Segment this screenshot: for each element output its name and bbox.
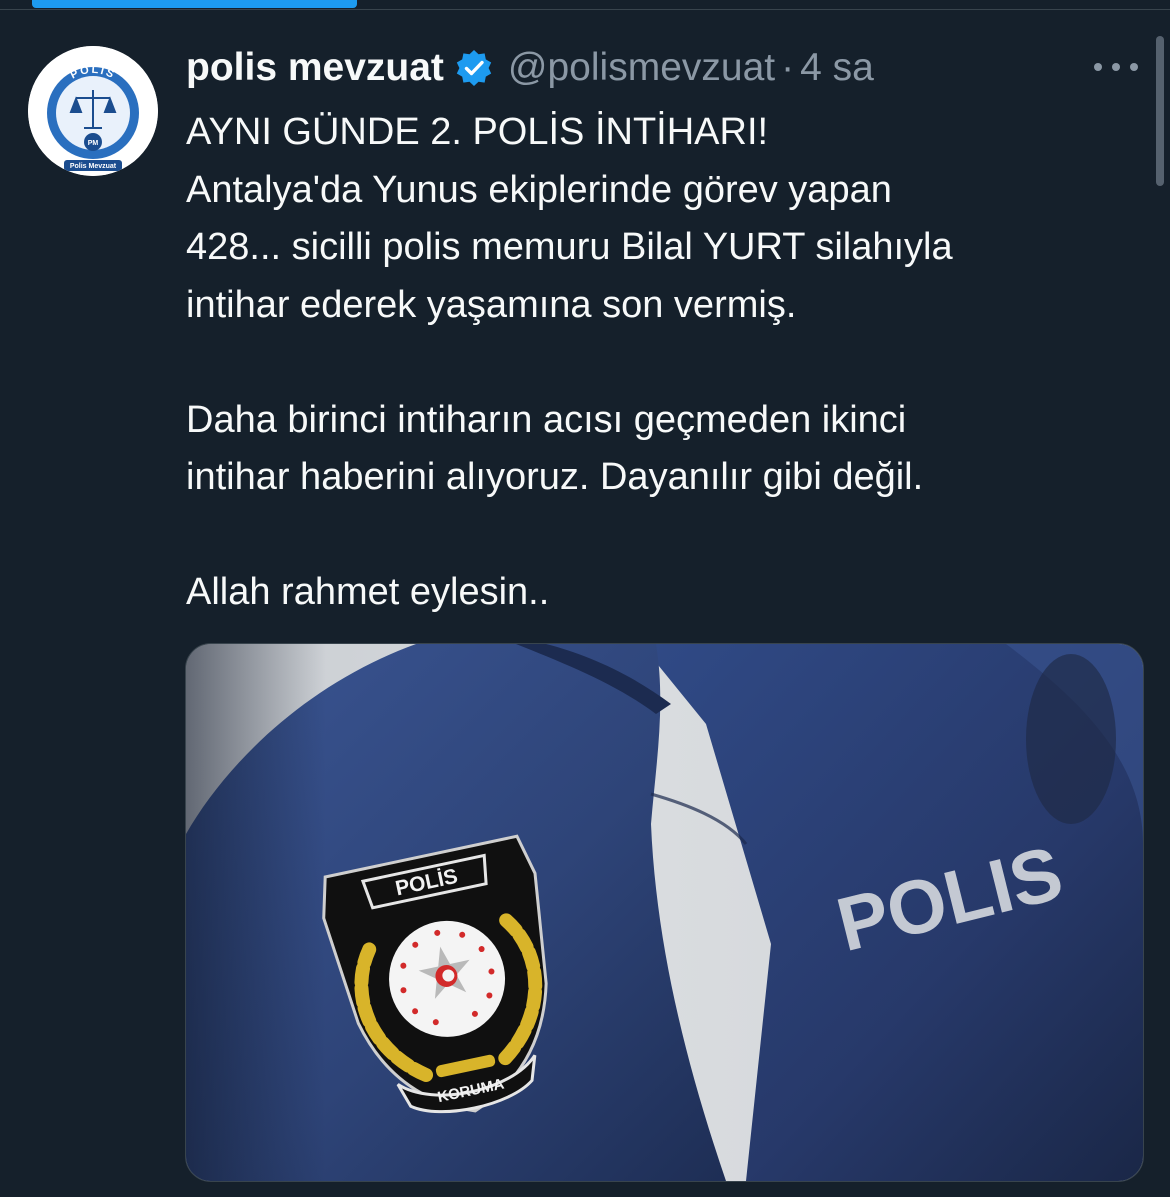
tweet-text: AYNI GÜNDE 2. POLİS İNTİHARI! Antalya'da… [186, 104, 1126, 622]
divider [0, 9, 1170, 10]
police-logo-image: POLİS PM Polis Mevzuat [28, 46, 158, 176]
loading-progress-fill [32, 0, 357, 8]
tweet-text-line: intihar haberini alıyoruz. Dayanılır gib… [186, 456, 924, 498]
tweet-text-line: 428... sicilli polis memuru Bilal YURT s… [186, 226, 953, 268]
more-icon [1094, 63, 1102, 71]
tweet-text-line: Daha birinci intiharın acısı geçmeden ik… [186, 398, 907, 441]
tweet-header: polis mevzuat @polismevzuat · 4 sa [186, 40, 874, 96]
more-options-button[interactable] [1094, 52, 1138, 82]
more-icon [1130, 63, 1138, 71]
tweet-timestamp[interactable]: 4 sa [800, 46, 874, 90]
display-name[interactable]: polis mevzuat [186, 46, 444, 90]
separator-dot: · [781, 46, 795, 89]
police-uniform-photo: POLİS KORUMA POLIS [186, 644, 1143, 1181]
scrollbar[interactable] [1156, 36, 1164, 186]
tweet-text-line: Antalya'da Yunus ekiplerinde görev yapan [186, 168, 892, 211]
verified-badge-icon[interactable] [454, 48, 494, 88]
tweet-text-line: intihar ederek yaşamına son vermiş. [186, 283, 797, 326]
tweet-text-line: Allah rahmet eylesin.. [186, 571, 550, 613]
user-handle[interactable]: @polismevzuat [508, 46, 775, 90]
more-icon [1112, 63, 1120, 71]
tweet-media-image[interactable]: POLİS KORUMA POLIS [185, 643, 1144, 1182]
avatar[interactable]: POLİS PM Polis Mevzuat [28, 46, 158, 176]
tweet-headline: AYNI GÜNDE 2. POLİS İNTİHARI! [186, 111, 769, 153]
logo-badge-text: PM [88, 140, 99, 147]
logo-caption: Polis Mevzuat [70, 163, 117, 170]
